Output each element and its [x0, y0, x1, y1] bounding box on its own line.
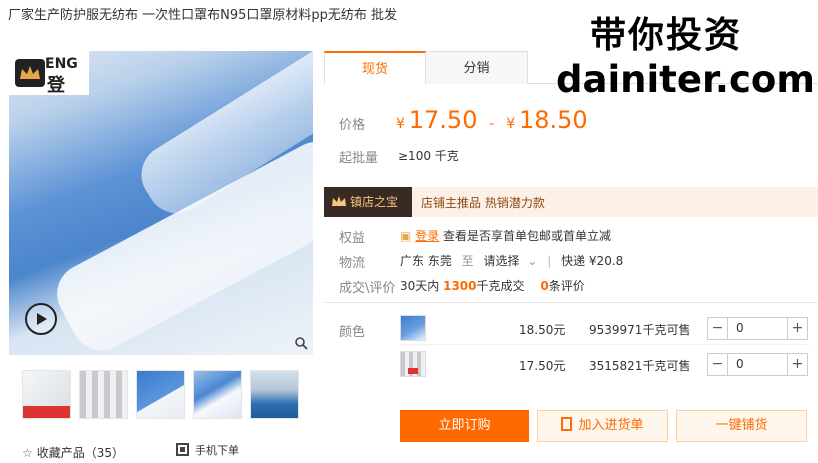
- color-label: 颜色: [339, 325, 366, 340]
- logistics-label: 物流: [339, 256, 366, 271]
- zoom-icon[interactable]: [295, 337, 308, 350]
- sku-price-2: 17.50元: [519, 359, 566, 373]
- increment-button[interactable]: +: [787, 318, 807, 339]
- logo-text: ENG: [45, 56, 78, 72]
- reviews-count[interactable]: 0: [540, 279, 548, 293]
- add-to-cart-label: 加入进货单: [578, 418, 644, 433]
- crown-icon: [15, 59, 45, 87]
- section-divider: [324, 302, 818, 303]
- quantity-input[interactable]: 0: [736, 357, 744, 371]
- rights-label: 权益: [339, 231, 366, 246]
- price-max: 18.50: [518, 106, 588, 134]
- transactions-unit: 千克成交: [476, 279, 525, 293]
- logistics-row: 广东 东莞 至 请选择 ⌄ | 快递 ¥20.8: [400, 252, 623, 269]
- clipboard-icon: [561, 417, 573, 431]
- favorite-label: 收藏产品（35）: [36, 446, 125, 460]
- product-title: 厂家生产防护服无纺布 一次性口罩布N95口罩原材料pp无纺布 批发: [8, 8, 398, 23]
- origin-location: 广东 东莞: [400, 254, 452, 268]
- mobile-order-button[interactable]: 手机下单: [176, 442, 239, 458]
- transactions-prefix: 30天内: [400, 279, 440, 293]
- sku-stock-2: 3515821千克可售: [589, 359, 691, 373]
- price-separator: -: [489, 116, 495, 132]
- thumbnail-3[interactable]: [136, 370, 185, 419]
- mobile-order-label: 手机下单: [195, 444, 239, 457]
- logo-cn-text: 登: [47, 75, 65, 96]
- crown-icon: [332, 196, 346, 206]
- thumbnail-strip: [22, 370, 299, 419]
- rights-text: 查看是否享首单包邮或首单立减: [443, 229, 612, 243]
- transactions-row: 30天内 1300千克成交 0条评价: [400, 277, 585, 294]
- store-treasure-badge: 镇店之宝: [324, 187, 412, 217]
- transactions-count: 1300: [443, 279, 477, 293]
- quantity-stepper-1: − 0 +: [707, 317, 808, 340]
- qr-code-icon: [176, 443, 189, 456]
- play-video-button[interactable]: [25, 303, 57, 335]
- sku-thumbnail-1[interactable]: [400, 315, 426, 341]
- badge-label: 镇店之宝: [350, 195, 399, 209]
- play-icon: [37, 313, 47, 325]
- quantity-stepper-2: − 0 +: [707, 353, 808, 376]
- brand-logo: ENG 登: [9, 51, 89, 96]
- row-divider: [400, 344, 810, 345]
- price-range: ¥ 17.50 - ¥ 18.50: [396, 106, 588, 134]
- price-label: 价格: [339, 118, 366, 133]
- destination-select[interactable]: 请选择 ⌄: [484, 254, 538, 268]
- increment-button[interactable]: +: [787, 354, 807, 375]
- moq-label: 起批量: [339, 151, 379, 166]
- store-highlight-banner: 镇店之宝 店铺主推品 热销潜力款: [324, 187, 818, 217]
- quantity-input[interactable]: 0: [736, 321, 744, 335]
- tab-spot[interactable]: 现货: [324, 51, 426, 85]
- currency-symbol: ¥: [506, 116, 516, 132]
- gift-icon: ▣: [400, 229, 412, 243]
- star-icon: ☆: [22, 446, 33, 460]
- chevron-down-icon: ⌄: [527, 254, 538, 268]
- login-link[interactable]: 登录: [415, 229, 439, 243]
- add-to-cart-button[interactable]: 加入进货单: [537, 410, 668, 442]
- watermark-line1: 带你投资: [590, 15, 743, 56]
- price-min: 17.50: [408, 106, 478, 134]
- divider-pipe: |: [547, 254, 552, 268]
- order-now-button[interactable]: 立即订购: [400, 410, 529, 442]
- decrement-button[interactable]: −: [708, 318, 728, 339]
- destination-select-label: 请选择: [483, 254, 520, 268]
- thumbnail-1[interactable]: [22, 370, 71, 419]
- rights-row: ▣ 登录 查看是否享首单包邮或首单立减: [400, 227, 611, 244]
- shipping-fee: 快递 ¥20.8: [561, 254, 624, 268]
- banner-text: 店铺主推品 热销潜力款: [421, 196, 545, 210]
- thumbnail-5[interactable]: [250, 370, 299, 419]
- sku-stock-1: 9539971千克可售: [589, 323, 691, 337]
- thumbnail-2[interactable]: [79, 370, 128, 419]
- tab-distribution[interactable]: 分销: [426, 51, 528, 84]
- moq-value: ≥100 千克: [398, 149, 459, 163]
- transactions-label: 成交\评价: [339, 281, 396, 296]
- main-product-image[interactable]: ENG 登: [9, 51, 313, 355]
- reviews-label[interactable]: 条评价: [549, 279, 585, 293]
- to-label: 至: [461, 254, 474, 268]
- sku-thumbnail-2[interactable]: [400, 351, 426, 377]
- sku-price-1: 18.50元: [519, 323, 566, 337]
- decrement-button[interactable]: −: [708, 354, 728, 375]
- one-click-distribute-button[interactable]: 一键铺货: [676, 410, 807, 442]
- favorite-product-button[interactable]: ☆ 收藏产品（35）: [22, 444, 124, 461]
- thumbnail-4[interactable]: [193, 370, 242, 419]
- currency-symbol: ¥: [396, 116, 405, 132]
- watermark-line2: dainiter.com: [556, 58, 815, 101]
